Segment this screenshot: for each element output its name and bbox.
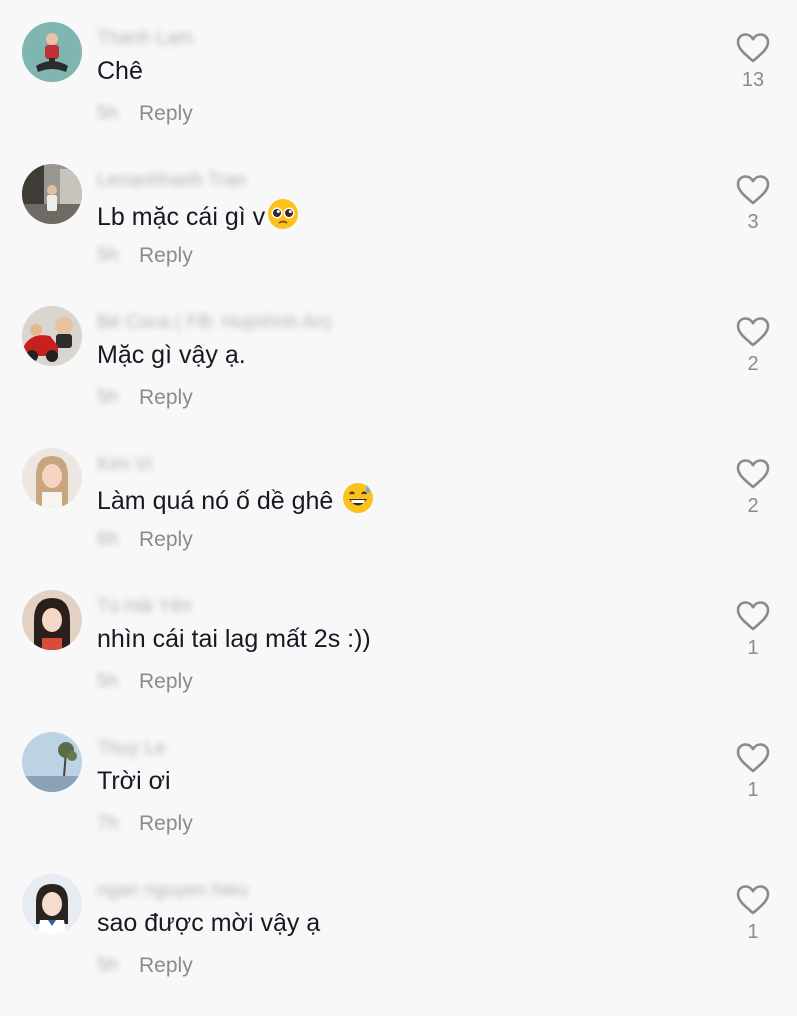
comment-text-content: sao được mời vậy ạ [97,909,321,937]
avatar-person-sitting-icon [22,22,82,82]
avatar-girl-blonde-icon [22,448,82,508]
avatar-girl-dark-hair-icon [22,590,82,650]
like-count: 1 [747,921,759,943]
avatar-girl-uniform-icon [22,874,82,934]
like-count: 1 [747,637,759,659]
comment-meta: 5h Reply [97,669,193,695]
comment-meta: 6h Reply [97,527,193,553]
reply-button[interactable]: Reply [139,953,193,979]
like-button[interactable]: 1 [733,884,773,944]
comment-meta: 5h Reply [97,953,193,979]
comment-item: Lenanhhanh Tran Lb mặc cái gì v 5h Reply … [0,164,797,306]
comment-item: Thuy Le Trời ơi 7h Reply 1 [0,732,797,874]
reply-button[interactable]: Reply [139,669,193,695]
grinning-sweat-face-icon [343,483,374,513]
like-button[interactable]: 1 [733,600,773,660]
avatar[interactable] [22,874,82,934]
comment-username[interactable]: ngan nguyen hieu [97,880,357,902]
avatar[interactable] [22,22,82,82]
comment-username[interactable]: Bé Coca ( FB: Huỳnhnh An) [97,312,357,334]
reply-button[interactable]: Reply [139,101,193,127]
comment-item: Thanh Lam Chê 5h Reply 13 [0,22,797,164]
heart-icon [736,743,770,773]
comment-time: 7h [97,813,119,834]
heart-icon [736,459,770,489]
like-count: 2 [747,495,759,517]
avatar-street-photo-icon [22,164,82,224]
like-button[interactable]: 3 [733,174,773,234]
comment-text-content: Lb mặc cái gì v [97,203,266,231]
comment-text: Trời ơi [97,766,171,796]
avatar-child-in-car-icon [22,306,82,366]
comment-meta: 5h Reply [97,243,193,269]
comment-item: Tú Hải Yến nhìn cái tai lag mất 2s :)) 5… [0,590,797,732]
comment-meta: 7h Reply [97,811,193,837]
comment-text-content: Mặc gì vậy ạ. [97,341,246,369]
heart-icon [736,33,770,63]
comment-item: Kim Vi Làm quá nó ố dề ghê 6h Reply 2 [0,448,797,590]
comment-text: Lb mặc cái gì v [97,198,299,232]
avatar[interactable] [22,590,82,650]
avatar[interactable] [22,732,82,792]
comment-username[interactable]: Lenanhhanh Tran [97,170,357,192]
comment-time: 5h [97,245,119,266]
avatar[interactable] [22,164,82,224]
reply-button[interactable]: Reply [139,811,193,837]
comment-text: nhìn cái tai lag mất 2s :)) [97,624,371,654]
comment-text-content: Chê [97,57,143,85]
comment-text-content: Trời ơi [97,767,171,795]
comment-meta: 5h Reply [97,101,193,127]
comment-time: 5h [97,103,119,124]
comment-text: Làm quá nó ố dề ghê [97,482,374,516]
avatar[interactable] [22,448,82,508]
reply-button[interactable]: Reply [139,385,193,411]
comment-item: ngan nguyen hieu sao được mời vậy ạ 5h Re… [0,874,797,1016]
comment-time: 5h [97,671,119,692]
like-button[interactable]: 13 [733,32,773,92]
avatar[interactable] [22,306,82,366]
like-button[interactable]: 2 [733,316,773,376]
comment-time: 5h [97,955,119,976]
comment-text: sao được mời vậy ạ [97,908,320,938]
heart-icon [736,885,770,915]
heart-icon [736,601,770,631]
comment-username[interactable]: Thanh Lam [97,28,357,50]
like-count: 1 [747,779,759,801]
like-count: 3 [747,211,759,233]
heart-icon [736,175,770,205]
pleading-face-icon [268,199,299,229]
comment-meta: 5h Reply [97,385,193,411]
comment-username[interactable]: Tú Hải Yến [97,596,357,618]
comment-text: Mặc gì vậy ạ. [97,340,246,370]
comment-time: 6h [97,529,119,550]
like-button[interactable]: 1 [733,742,773,802]
reply-button[interactable]: Reply [139,243,193,269]
like-button[interactable]: 2 [733,458,773,518]
comment-text-content: Làm quá nó ố dề ghê [97,487,341,515]
comment-time: 5h [97,387,119,408]
comment-username[interactable]: Thuy Le [97,738,357,760]
avatar-sky-tree-icon [22,732,82,792]
comment-item: Bé Coca ( FB: Huỳnhnh An) Mặc gì vậy ạ. … [0,306,797,448]
comment-username[interactable]: Kim Vi [97,454,357,476]
comment-text: Chê [97,56,143,86]
reply-button[interactable]: Reply [139,527,193,553]
comment-text-content: nhìn cái tai lag mất 2s :)) [97,625,371,653]
like-count: 2 [747,353,759,375]
heart-icon [736,317,770,347]
like-count: 13 [741,69,765,91]
